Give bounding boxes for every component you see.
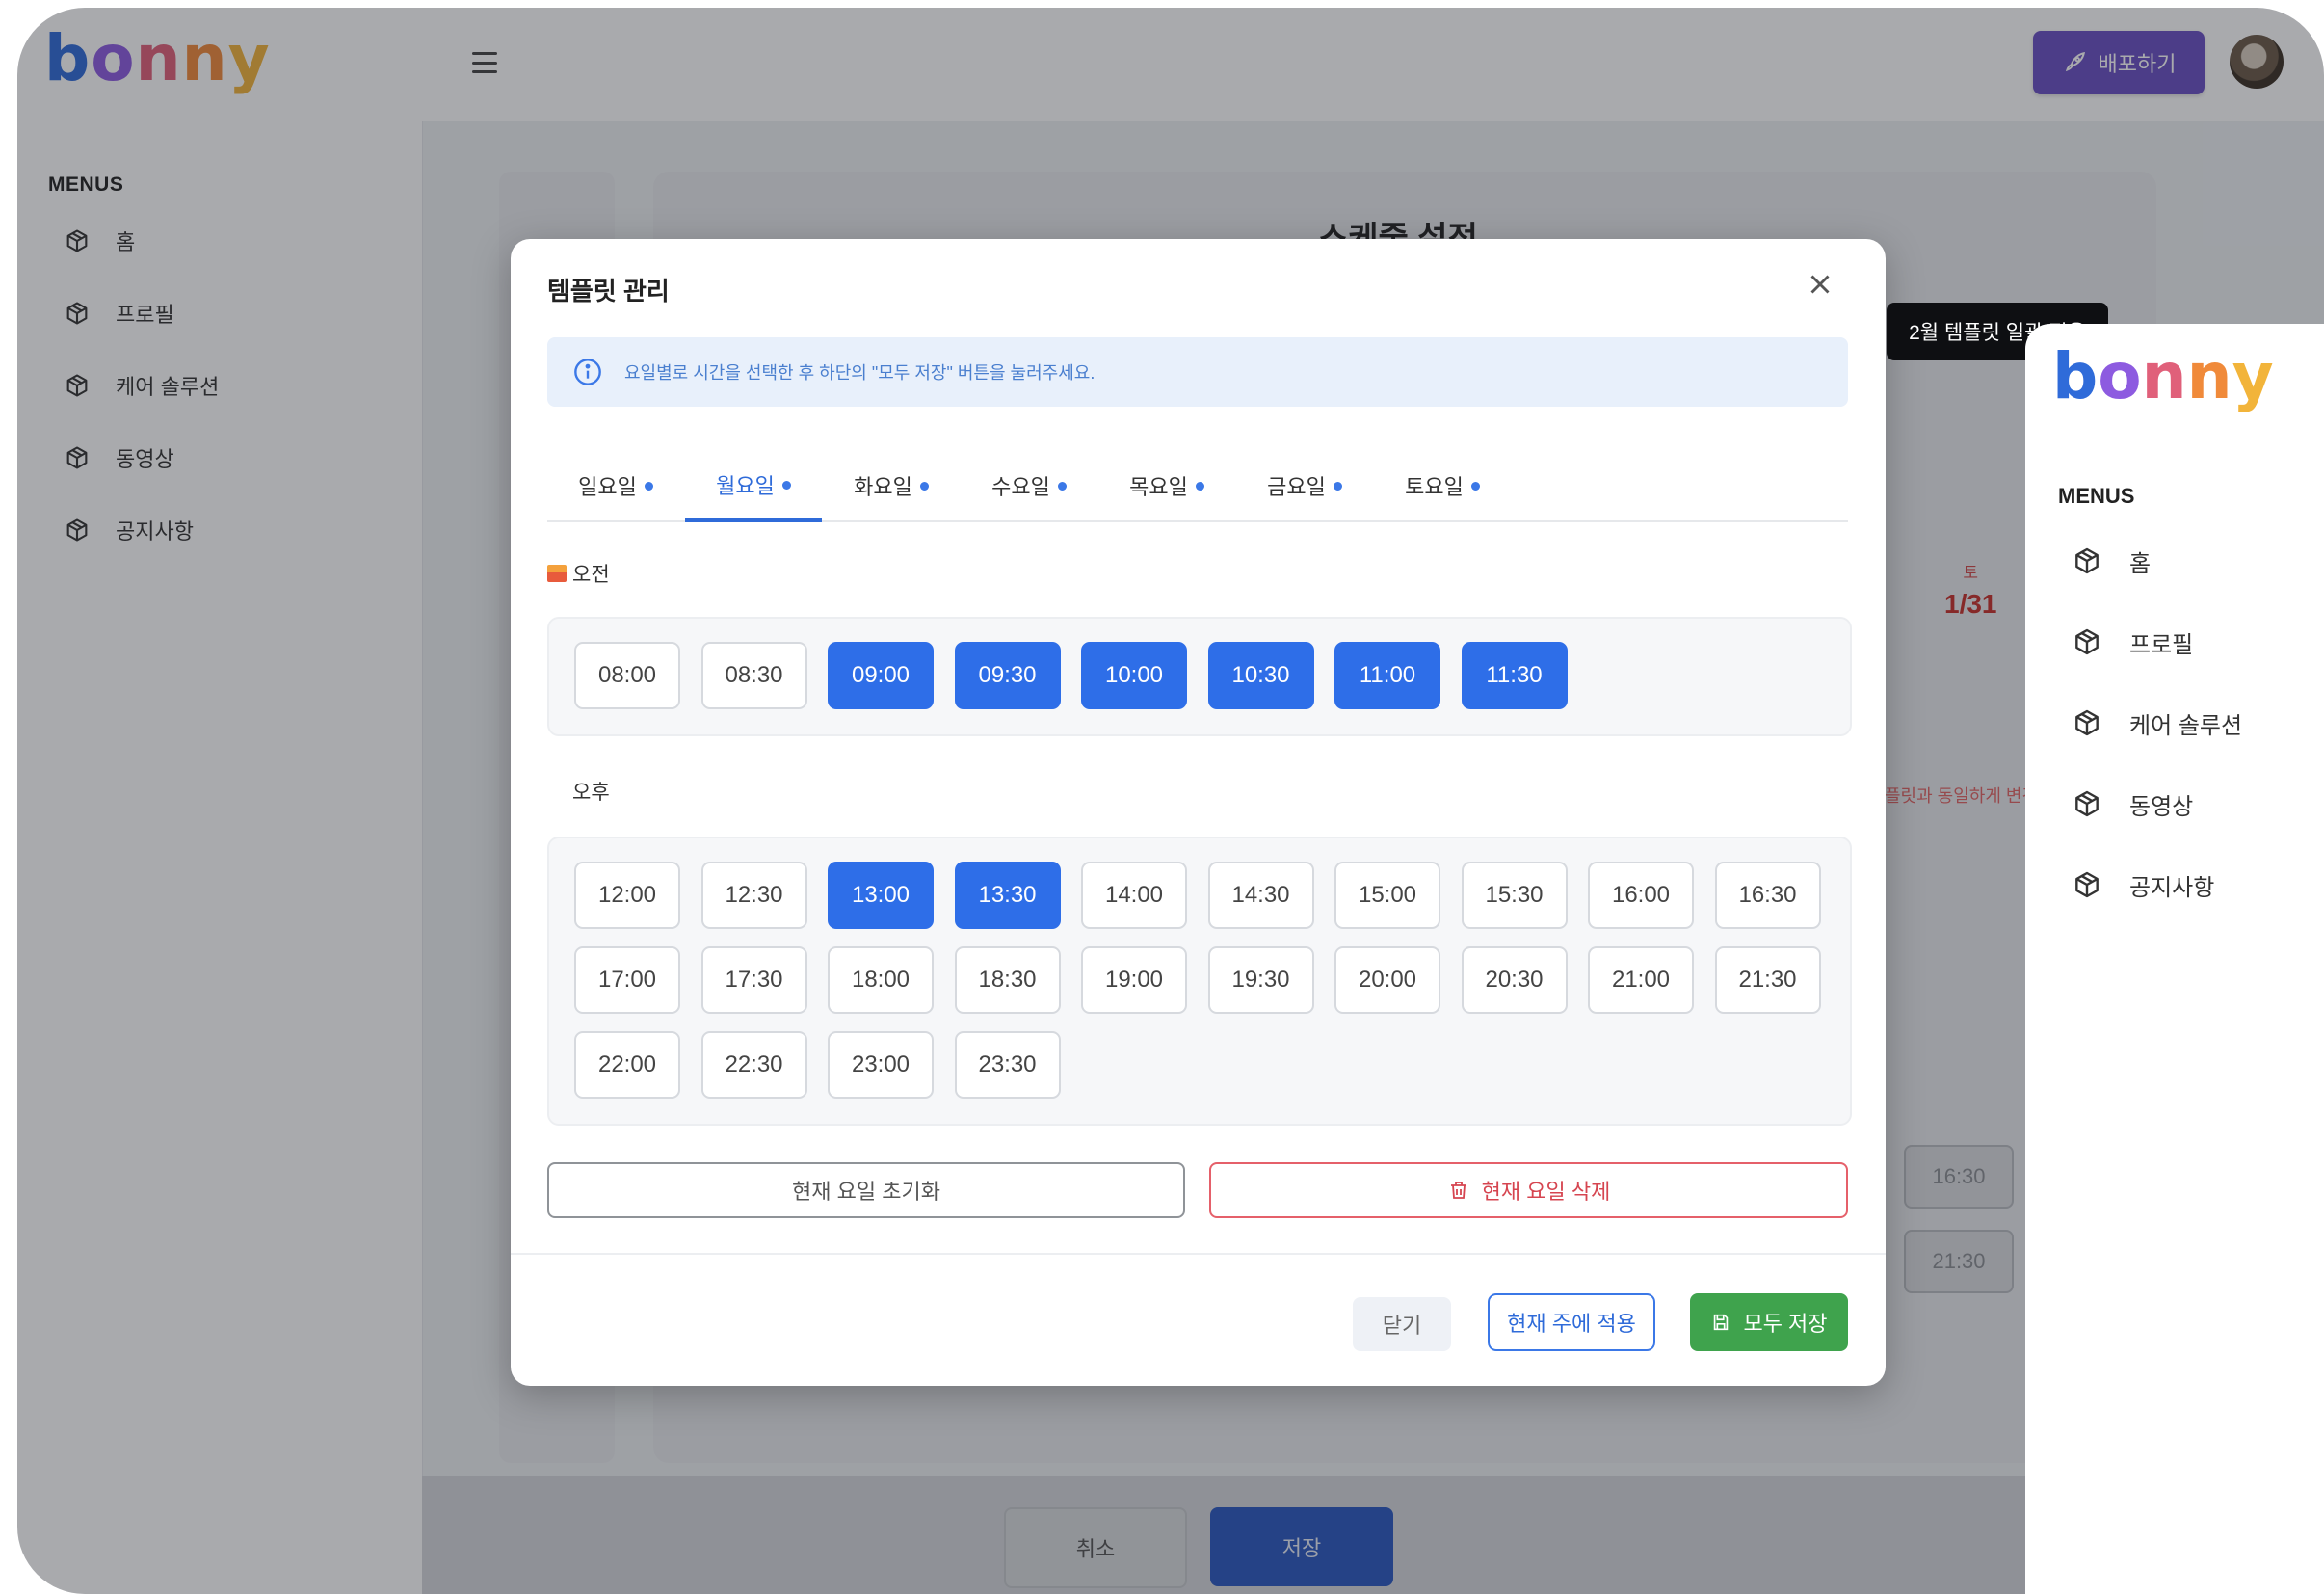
- modal-divider: [511, 1253, 1886, 1255]
- time-slot[interactable]: 21:30: [1714, 946, 1821, 1014]
- tab-label: 일요일: [578, 475, 637, 499]
- sidebar-item[interactable]: 케어 솔루션: [2072, 704, 2242, 742]
- time-slot[interactable]: 20:00: [1334, 946, 1440, 1014]
- status-dot-icon: [919, 481, 929, 491]
- time-slot[interactable]: 16:00: [1588, 862, 1694, 929]
- time-slot[interactable]: 16:30: [1714, 862, 1821, 929]
- tab-day[interactable]: 금요일: [1236, 451, 1373, 520]
- morning-section-label: 오전: [547, 559, 610, 588]
- tab-label: 수요일: [991, 475, 1050, 499]
- time-slot[interactable]: 10:00: [1081, 642, 1187, 709]
- time-slot[interactable]: 23:00: [828, 1031, 934, 1099]
- time-slot[interactable]: 09:00: [828, 642, 934, 709]
- time-slot[interactable]: 14:00: [1081, 862, 1187, 929]
- save-all-button[interactable]: 모두 저장: [1690, 1293, 1848, 1351]
- day-tabs: 일요일 월요일 화요일 수요일 목요일 금요일 토요일: [547, 451, 1848, 522]
- time-slot[interactable]: 08:30: [700, 642, 807, 709]
- morning-slot-panel: 08:00 08:30 09:00 09:30 10:00 10:30 11:00 11:30: [547, 617, 1852, 736]
- time-slot[interactable]: 12:30: [700, 862, 807, 929]
- box-icon: [2072, 545, 2102, 576]
- save-icon: [1714, 1314, 1729, 1331]
- info-text: 요일별로 시간을 선택한 후 하단의 "모두 저장" 버튼을 눌러주세요.: [624, 363, 1096, 383]
- time-slot[interactable]: 17:00: [574, 946, 680, 1014]
- sidebar-item[interactable]: 동영상: [2072, 784, 2193, 823]
- modal-title: 템플릿 관리: [547, 277, 670, 306]
- reset-day-button[interactable]: 현재 요일 초기화: [547, 1162, 1185, 1218]
- time-slot[interactable]: 13:30: [954, 862, 1061, 929]
- time-slot[interactable]: 23:30: [954, 1031, 1061, 1099]
- tab-day[interactable]: 목요일: [1098, 451, 1235, 520]
- time-slot[interactable]: 08:00: [574, 642, 680, 709]
- time-slot[interactable]: 15:30: [1461, 862, 1568, 929]
- time-slot[interactable]: 20:30: [1461, 946, 1568, 1014]
- time-slot[interactable]: 11:30: [1461, 642, 1568, 709]
- sidebar-item-label: 홈: [2129, 550, 2152, 577]
- template-modal: 템플릿 관리 요일별로 시간을 선택한 후 하단의 "모두 저장" 버튼을 눌러…: [511, 239, 1886, 1386]
- status-dot-icon: [1195, 481, 1204, 491]
- time-slot[interactable]: 10:30: [1207, 642, 1314, 709]
- status-dot-icon: [644, 481, 653, 491]
- morning-label: 오전: [572, 564, 610, 586]
- tab-day[interactable]: 일요일: [547, 451, 684, 520]
- tab-label: 화요일: [854, 475, 912, 499]
- sidebar-item[interactable]: 공지사항: [2072, 865, 2214, 904]
- sidebar-item-label: 프로필: [2129, 631, 2194, 658]
- moon-icon: [551, 791, 562, 797]
- afternoon-label: 오후: [572, 782, 610, 804]
- tab-day[interactable]: 월요일: [685, 451, 822, 522]
- app-window: bonny MENUS 홈프로필케어 솔루션동영상공지사항 배포하기 스케줄 설…: [17, 8, 2324, 1594]
- sidebar-item[interactable]: 프로필: [2072, 623, 2193, 661]
- afternoon-section-label: 오후: [547, 777, 610, 806]
- time-slot[interactable]: 13:00: [828, 862, 934, 929]
- tab-label: 목요일: [1129, 475, 1188, 499]
- time-slot[interactable]: 19:00: [1081, 946, 1187, 1014]
- time-slot[interactable]: 12:00: [574, 862, 680, 929]
- time-slot[interactable]: 09:30: [954, 642, 1061, 709]
- status-dot-icon: [1470, 481, 1480, 491]
- status-dot-icon: [1057, 481, 1067, 491]
- time-slot[interactable]: 22:30: [700, 1031, 807, 1099]
- box-icon: [2072, 707, 2102, 738]
- menus-title: MENUS: [2058, 484, 2135, 508]
- info-banner: 요일별로 시간을 선택한 후 하단의 "모두 저장" 버튼을 눌러주세요.: [547, 337, 1848, 407]
- tab-label: 금요일: [1267, 475, 1326, 499]
- time-slot[interactable]: 17:30: [700, 946, 807, 1014]
- time-slot[interactable]: 15:00: [1334, 862, 1440, 929]
- time-slot[interactable]: 14:30: [1207, 862, 1314, 929]
- sidebar-item-label: 케어 솔루션: [2129, 712, 2243, 739]
- side-panel-overlay: bonny MENUS 홈프로필케어 솔루션동영상공지사항: [2025, 324, 2324, 1594]
- box-icon: [2072, 626, 2102, 657]
- time-slot[interactable]: 22:00: [574, 1031, 680, 1099]
- info-icon: [574, 359, 601, 385]
- tab-day[interactable]: 토요일: [1374, 451, 1511, 520]
- delete-day-button[interactable]: 현재 요일 삭제: [1209, 1162, 1848, 1218]
- time-slot[interactable]: 11:00: [1334, 642, 1440, 709]
- tab-day[interactable]: 수요일: [961, 451, 1097, 520]
- tab-day[interactable]: 화요일: [823, 451, 960, 520]
- apply-week-button[interactable]: 현재 주에 적용: [1488, 1293, 1655, 1351]
- time-slot[interactable]: 19:30: [1207, 946, 1314, 1014]
- afternoon-slot-panel: 12:00 12:30 13:00 13:30 14:00 14:30 15:00 15:30…: [547, 837, 1852, 1126]
- delete-label: 현재 요일 삭제: [1481, 1180, 1611, 1204]
- time-slot[interactable]: 21:00: [1588, 946, 1694, 1014]
- close-button[interactable]: 닫기: [1353, 1297, 1451, 1351]
- sidebar-item-label: 공지사항: [2129, 874, 2215, 901]
- logo[interactable]: bonny: [2052, 345, 2274, 409]
- save-all-label: 모두 저장: [1743, 1312, 1828, 1336]
- close-icon[interactable]: [1804, 268, 1836, 301]
- time-slot[interactable]: 18:30: [954, 946, 1061, 1014]
- status-dot-icon: [1333, 481, 1342, 491]
- tab-label: 월요일: [716, 474, 775, 498]
- trash-icon: [1450, 1182, 1466, 1199]
- sidebar-item-label: 동영상: [2129, 793, 2194, 820]
- tab-label: 토요일: [1405, 475, 1464, 499]
- sunrise-icon: [547, 565, 567, 582]
- box-icon: [2072, 869, 2102, 900]
- status-dot-icon: [781, 480, 791, 490]
- time-slot[interactable]: 18:00: [828, 946, 934, 1014]
- sidebar-item[interactable]: 홈: [2072, 542, 2151, 580]
- box-icon: [2072, 788, 2102, 819]
